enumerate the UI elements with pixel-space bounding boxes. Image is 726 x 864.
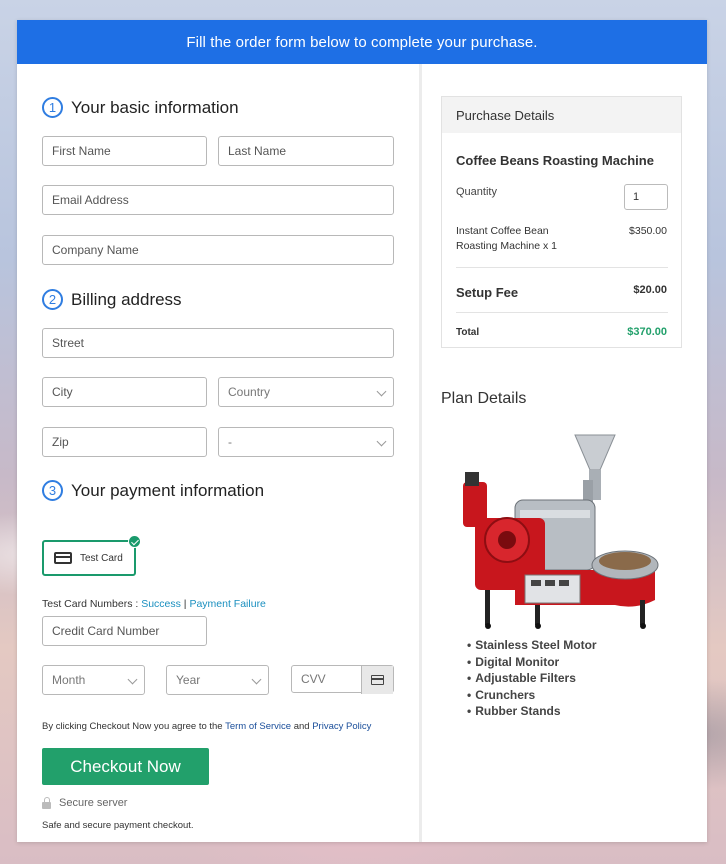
product-image <box>463 434 659 629</box>
checkout-button[interactable]: Checkout Now <box>42 748 209 785</box>
success-link[interactable]: Success <box>141 598 181 610</box>
section-payment: 3 Your payment information <box>42 480 264 501</box>
test-card-option[interactable]: Test Card <box>42 535 141 576</box>
state-select-value: - <box>228 435 232 449</box>
line-item-name-1: Instant Coffee Bean <box>456 225 549 237</box>
chevron-down-icon <box>376 386 387 397</box>
check-circle-icon <box>128 535 141 548</box>
purchase-details-box: Purchase Details Coffee Beans Roasting M… <box>441 96 682 348</box>
city-input[interactable]: City <box>42 377 207 407</box>
list-item: Stainless Steel Motor <box>467 637 596 654</box>
product-name: Coffee Beans Roasting Machine <box>456 153 654 168</box>
section-billing-title: Billing address <box>71 289 182 309</box>
payment-failure-link[interactable]: Payment Failure <box>189 598 265 610</box>
divider <box>456 267 668 268</box>
secure-server-label: Secure server <box>59 797 128 809</box>
month-select[interactable]: Month <box>42 665 145 695</box>
step-2-icon: 2 <box>42 289 63 310</box>
last-name-input[interactable]: Last Name <box>218 136 394 166</box>
list-item: Rubber Stands <box>467 703 597 720</box>
cvv-help-button[interactable] <box>361 666 393 694</box>
order-form-card: Fill the order form below to complete yo… <box>17 20 707 842</box>
list-item: Adjustable Filters <box>467 670 597 687</box>
privacy-link[interactable]: Privacy Policy <box>312 721 371 732</box>
card-number-input[interactable]: Credit Card Number <box>42 616 207 646</box>
lock-icon <box>42 796 51 809</box>
email-input[interactable]: Email Address <box>42 185 394 215</box>
chevron-down-icon <box>251 674 262 685</box>
column-divider <box>419 64 422 842</box>
state-select[interactable]: - <box>218 427 394 457</box>
line-item-name-2: Roasting Machine x 1 <box>456 240 557 252</box>
zip-input[interactable]: Zip <box>42 427 207 457</box>
first-name-input[interactable]: First Name <box>42 136 207 166</box>
step-3-icon: 3 <box>42 480 63 501</box>
test-card-numbers: Test Card Numbers : Success | Payment Fa… <box>42 598 266 610</box>
list-item: Crunchers <box>467 687 597 704</box>
cvv-placeholder: CVV <box>301 672 326 686</box>
terms-link[interactable]: Term of Service <box>225 721 291 732</box>
total-label: Total <box>456 327 480 338</box>
year-select[interactable]: Year <box>166 665 269 695</box>
month-select-value: Month <box>52 673 86 687</box>
quantity-input[interactable]: 1 <box>624 184 668 210</box>
plan-details-title: Plan Details <box>441 390 527 407</box>
agreement-prefix: By clicking Checkout Now you agree to th… <box>42 721 226 732</box>
section-billing: 2 Billing address <box>42 289 182 310</box>
cvv-input[interactable]: CVV <box>291 665 394 694</box>
section-basic-info: 1 Your basic information <box>42 97 239 118</box>
section-basic-title: Your basic information <box>71 97 239 117</box>
line-item-price: $350.00 <box>629 225 667 237</box>
year-select-value: Year <box>176 673 201 687</box>
street-input[interactable]: Street <box>42 328 394 358</box>
country-select[interactable]: Country <box>218 377 394 407</box>
total-value: $370.00 <box>627 326 667 338</box>
quantity-label: Quantity <box>456 186 497 198</box>
list-item: Digital Monitor <box>467 654 597 671</box>
footer-note: Safe and secure payment checkout. <box>42 820 194 831</box>
section-payment-title: Your payment information <box>71 480 265 500</box>
divider <box>456 312 668 313</box>
agreement-and: and <box>291 721 313 732</box>
purchase-details-heading: Purchase Details <box>442 97 681 133</box>
plan-features-list: Stainless Steel Motor Digital Monitor Ad… <box>467 637 597 720</box>
form-header: Fill the order form below to complete yo… <box>17 20 707 64</box>
country-select-value: Country <box>228 385 271 399</box>
chevron-down-icon <box>127 674 138 685</box>
setup-fee-label: Setup Fee <box>456 285 519 300</box>
company-input[interactable]: Company Name <box>42 235 394 265</box>
test-numbers-label: Test Card Numbers : <box>42 598 142 610</box>
step-1-icon: 1 <box>42 97 63 118</box>
card-back-icon <box>371 675 384 685</box>
secure-server: Secure server <box>42 796 128 809</box>
credit-card-icon <box>54 552 72 564</box>
agreement-text: By clicking Checkout Now you agree to th… <box>42 721 371 732</box>
setup-fee-value: $20.00 <box>633 284 667 296</box>
test-card-label: Test Card <box>80 552 123 564</box>
chevron-down-icon <box>376 436 387 447</box>
